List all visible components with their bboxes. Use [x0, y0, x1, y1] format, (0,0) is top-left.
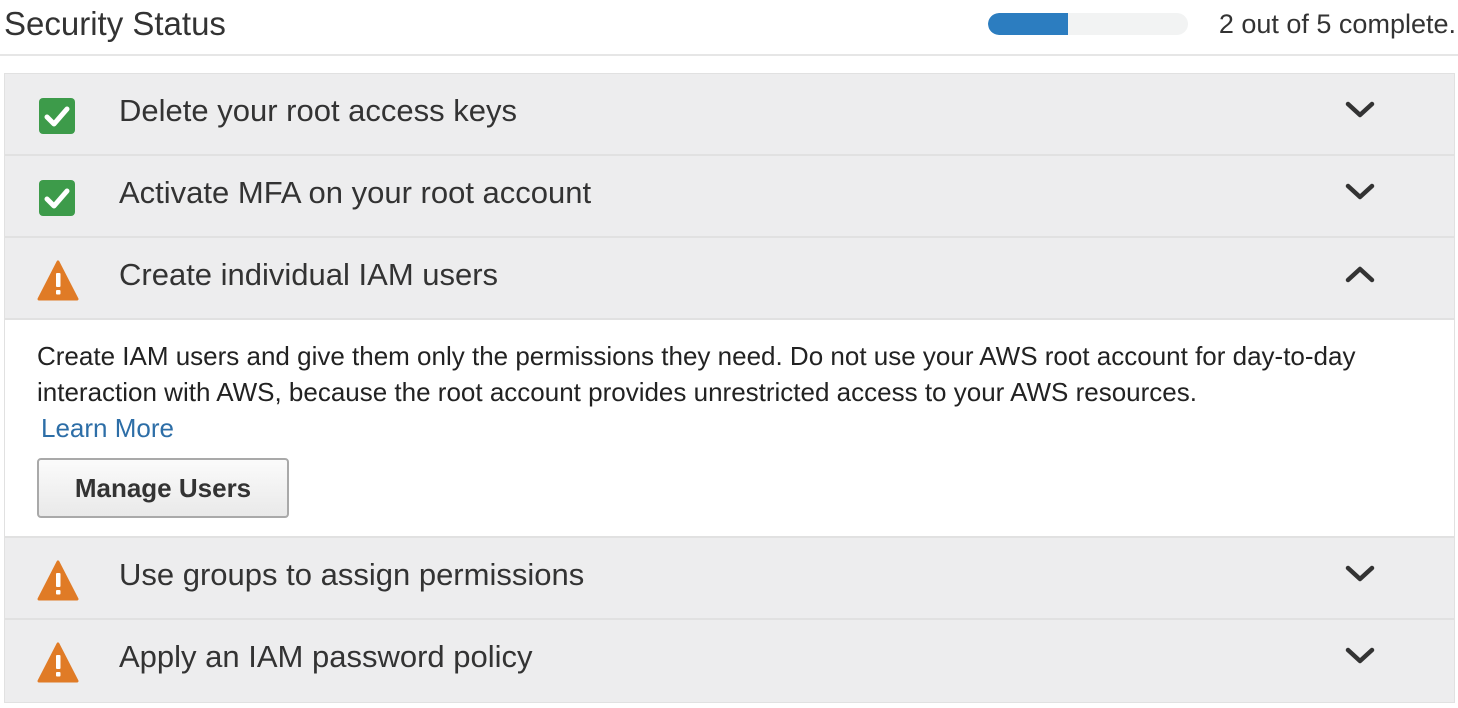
- page-title: Security Status: [4, 5, 226, 42]
- warning-icon: [37, 642, 79, 683]
- item-description: Create IAM users and give them only the …: [37, 341, 1356, 407]
- checklist-item-label: Create individual IAM users: [119, 257, 499, 292]
- checklist-item-label: Apply an IAM password policy: [119, 639, 533, 674]
- security-checklist: Delete your root access keys Activate MF…: [4, 73, 1455, 703]
- warning-icon: [37, 560, 79, 601]
- chevron-down-icon[interactable]: [1344, 558, 1376, 590]
- checklist-item-label: Activate MFA on your root account: [119, 175, 592, 210]
- checklist-item-activate-mfa[interactable]: Activate MFA on your root account: [5, 156, 1454, 238]
- checklist-item-label: Delete your root access keys: [119, 93, 518, 128]
- chevron-down-icon[interactable]: [1344, 94, 1376, 126]
- checklist-item-password-policy[interactable]: Apply an IAM password policy: [5, 620, 1454, 702]
- learn-more-link[interactable]: Learn More: [41, 410, 174, 446]
- manage-users-button[interactable]: Manage Users: [37, 458, 289, 518]
- checklist-item-delete-root-keys[interactable]: Delete your root access keys: [5, 74, 1454, 156]
- chevron-down-icon[interactable]: [1344, 640, 1376, 672]
- progress-text: 2 out of 5 complete.: [1218, 9, 1456, 39]
- check-icon: [39, 98, 75, 134]
- chevron-down-icon[interactable]: [1344, 176, 1376, 208]
- checklist-item-create-iam-users[interactable]: Create individual IAM users: [5, 238, 1454, 320]
- chevron-up-icon[interactable]: [1344, 258, 1376, 290]
- progress-fill: [988, 13, 1068, 35]
- checklist-item-label: Use groups to assign permissions: [119, 557, 585, 592]
- checklist-item-use-groups[interactable]: Use groups to assign permissions: [5, 538, 1454, 620]
- security-status-header: Security Status 2 out of 5 complete.: [0, 0, 1458, 56]
- progress-bar: [988, 13, 1188, 35]
- warning-icon: [37, 260, 79, 301]
- expanded-panel-create-iam-users: Create IAM users and give them only the …: [5, 320, 1454, 538]
- check-icon: [39, 180, 75, 216]
